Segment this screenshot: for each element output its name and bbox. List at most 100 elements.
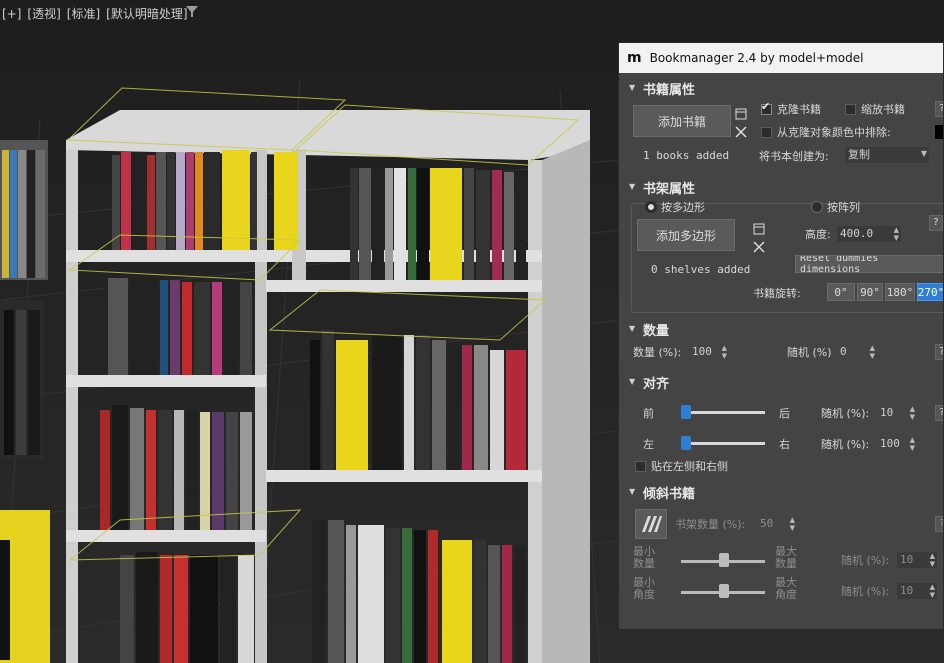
section-shelf-title: 书架属性 [643,182,696,197]
tilt-max-angle-label: 最大角度 [775,576,797,601]
by-polygon-radio[interactable] [645,201,657,213]
quantity-random-label: 随机 (%) [787,346,832,359]
quantity-label: 数量 (%): [633,346,682,359]
tilt-angle-slider-knob[interactable] [719,584,729,598]
by-array-label: 按阵列 [827,201,860,214]
viewport-label[interactable]: [+] [透视] [标准] [默认明暗处理] [2,5,194,22]
clear-book-icon[interactable] [735,123,747,142]
tilt-max-count-label: 最大数量 [775,545,797,570]
tilt-random1-value: 10 [900,553,914,566]
align-random1-spinner[interactable]: 10 ▲ ▼ [877,405,917,421]
section-books-header[interactable]: ▼ 书籍属性 [619,79,943,98]
align-random1-label: 随机 (%): [821,407,870,420]
align-random2-spinner[interactable]: 100 ▲ ▼ [877,436,917,452]
books-help-button[interactable]: ? [935,101,943,117]
panel-title: Bookmanager 2.4 by model+model [649,51,864,65]
books-status: 1 books added [643,149,730,162]
scale-books-checkbox[interactable] [845,104,856,115]
quantity-value: 100 [692,345,712,358]
filter-icon[interactable] [186,6,198,18]
spinner-arrows-icon[interactable]: ▲ ▼ [722,344,727,360]
align-front-label: 前 [643,407,654,420]
rotation-180-button[interactable]: 180° [885,283,915,301]
section-tilt-header[interactable]: ▼ 倾斜书籍 [619,483,943,502]
align-random2-label: 随机 (%): [821,438,870,451]
chevron-down-icon: ▼ [920,149,927,158]
tilt-min-count-label: 最小数量 [633,545,655,570]
section-tilt-title: 倾斜书籍 [643,487,696,502]
tilt-shelf-count-spinner[interactable]: 50 ▲ ▼ [757,516,797,532]
rotation-270-button[interactable]: 270° [917,283,943,301]
tilt-random2-value: 10 [900,584,914,597]
height-value: 400.0 [840,227,874,240]
create-as-value: 复制 [848,148,870,161]
quantity-random-value: 0 [840,345,847,358]
spinner-arrows-icon[interactable]: ▲ ▼ [930,552,935,568]
spinner-arrows-icon[interactable]: ▲ ▼ [910,405,915,421]
create-as-label: 将书本创建为: [759,150,829,163]
clone-books-label: 克隆书籍 [777,103,821,116]
exclude-color-label: 从克隆对象颜色中排除: [777,126,891,139]
section-shelf-header[interactable]: ▼ 书架属性 [619,178,943,197]
exclude-color-swatch[interactable] [935,125,943,139]
section-quantity-header[interactable]: ▼ 数量 [619,320,943,339]
bookmanager-panel: m Bookmanager 2.4 by model+model ▼ 书籍属性 … [618,42,944,630]
left-right-slider-knob[interactable] [681,436,691,450]
left-books [0,140,50,663]
viewport-menu-standard[interactable]: [标准] [67,7,100,21]
viewport-menu-shading[interactable]: [默认明暗处理] [106,7,187,21]
add-book-button[interactable]: 添加书籍 [633,105,731,137]
viewport-menu-plus[interactable]: [+] [2,7,21,21]
exclude-color-checkbox[interactable] [761,127,772,138]
shelves-status: 0 shelves added [651,263,751,276]
align-random2-value: 100 [880,437,900,450]
window-icon[interactable] [735,105,747,124]
section-align-header[interactable]: ▼ 对齐 [619,373,943,392]
tilt-random2-spinner[interactable]: 10 ▲ ▼ [897,583,937,599]
app-logo: m [627,50,642,66]
reset-dummies-button[interactable]: Reset dummies dimensions [795,255,943,273]
quantity-random-spinner[interactable]: 0 ▲ ▼ [837,344,877,360]
create-as-dropdown[interactable]: 复制 ▼ [845,147,929,163]
spinner-arrows-icon[interactable]: ▲ ▼ [930,583,935,599]
tilt-random2-label: 随机 (%): [841,585,890,598]
collapse-arrow-icon: ▼ [629,377,636,386]
tilt-random1-spinner[interactable]: 10 ▲ ▼ [897,552,937,568]
collapse-arrow-icon: ▼ [629,487,636,496]
align-left-label: 左 [643,438,654,451]
quantity-spinner[interactable]: 100 ▲ ▼ [689,344,729,360]
rotation-90-button[interactable]: 90° [857,283,883,301]
tilt-count-slider-knob[interactable] [719,553,729,567]
scale-books-label: 缩放书籍 [861,103,905,116]
front-back-slider-track[interactable] [681,411,765,414]
height-spinner[interactable]: 400.0 ▲ ▼ [837,226,901,242]
spinner-arrows-icon[interactable]: ▲ ▼ [870,344,875,360]
spinner-arrows-icon[interactable]: ▲ ▼ [790,516,795,532]
viewport-menu-perspective[interactable]: [透视] [27,7,60,21]
rotation-0-button[interactable]: 0° [827,283,855,301]
align-help-button[interactable]: ? [935,405,943,421]
shelf-help-button[interactable]: ? [929,215,943,231]
collapse-arrow-icon: ▼ [629,83,636,92]
stick-sides-label: 贴在左侧和右侧 [651,460,728,473]
tilt-random1-label: 随机 (%): [841,554,890,567]
rotation-label: 书籍旋转: [753,287,801,300]
tilt-help-button[interactable]: ? [935,516,943,532]
tilt-shelf-count-value: 50 [760,517,774,530]
window-icon[interactable] [753,220,765,239]
spinner-arrows-icon[interactable]: ▲ ▼ [894,226,899,242]
spinner-arrows-icon[interactable]: ▲ ▼ [910,436,915,452]
tilt-min-angle-label: 最小角度 [633,576,655,601]
clear-shelf-icon[interactable] [753,238,765,257]
by-polygon-label: 按多边形 [661,201,705,214]
height-label: 高度: [805,228,831,241]
tilt-toggle-button[interactable] [635,509,667,539]
front-back-slider-knob[interactable] [681,405,691,419]
left-right-slider-track[interactable] [681,442,765,445]
by-array-radio[interactable] [811,201,823,213]
stick-sides-checkbox[interactable] [635,461,646,472]
panel-titlebar[interactable]: m Bookmanager 2.4 by model+model [619,43,943,73]
add-polygon-button[interactable]: 添加多边形 [637,219,735,251]
quantity-help-button[interactable]: ? [935,344,943,360]
align-random1-value: 10 [880,406,894,419]
